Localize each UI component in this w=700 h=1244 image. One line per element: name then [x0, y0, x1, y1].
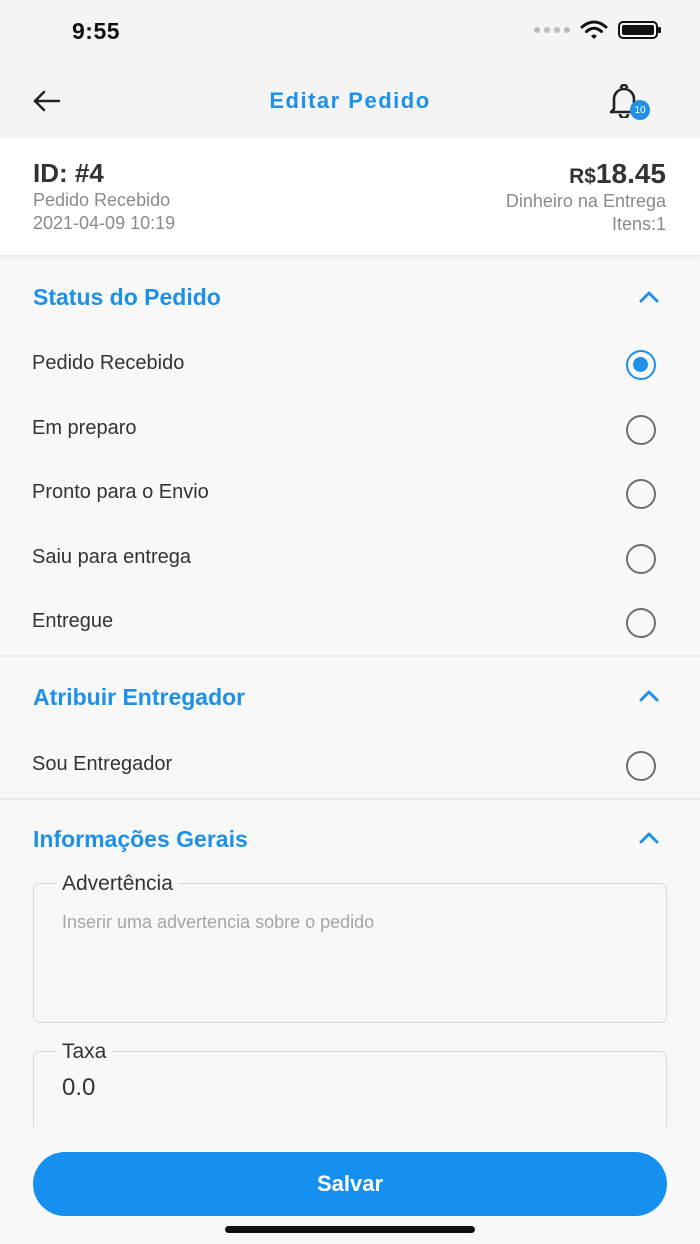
notification-badge: 10	[630, 100, 650, 120]
status-option-entregue[interactable]: Entregue	[0, 592, 700, 652]
tax-field[interactable]: Taxa	[33, 1040, 667, 1127]
radio-button-selected[interactable]	[626, 350, 656, 380]
status-option-pedido-recebido[interactable]: Pedido Recebido	[0, 334, 700, 394]
status-option-label: Pronto para o Envio	[32, 481, 209, 503]
status-option-label: Saiu para entrega	[32, 546, 192, 568]
order-id: ID: #4	[33, 158, 104, 188]
status-option-label: Pedido Recebido	[32, 352, 185, 374]
tax-input[interactable]	[62, 1074, 642, 1102]
courier-option-sou-entregador[interactable]: Sou Entregador	[0, 735, 700, 795]
order-date: 2021-04-09 10:19	[33, 213, 176, 233]
section-divider	[0, 655, 700, 657]
radio-button[interactable]	[626, 608, 656, 638]
courier-section-title: Atribuir Entregador	[33, 684, 246, 710]
radio-button[interactable]	[626, 415, 656, 445]
chevron-up-icon[interactable]	[638, 689, 660, 703]
order-items-count: Itens:1	[611, 214, 666, 234]
info-section-title: Informações Gerais	[33, 826, 248, 852]
chevron-up-icon[interactable]	[638, 290, 660, 304]
warning-field[interactable]: Advertência	[33, 872, 667, 1023]
status-option-pronto-envio[interactable]: Pronto para o Envio	[0, 463, 700, 523]
battery-icon	[618, 21, 661, 39]
page-title: Editar Pedido	[269, 88, 431, 113]
section-divider	[0, 798, 700, 800]
home-indicator	[225, 1226, 475, 1233]
radio-button[interactable]	[626, 479, 656, 509]
status-option-saiu-entrega[interactable]: Saiu para entrega	[0, 528, 700, 588]
signal-icon	[534, 27, 570, 33]
order-summary-card: ID: #4 Pedido Recebido 2021-04-09 10:19 …	[0, 138, 700, 256]
courier-option-label: Sou Entregador	[32, 753, 173, 775]
radio-button[interactable]	[626, 751, 656, 781]
status-option-label: Entregue	[32, 610, 114, 632]
chevron-up-icon[interactable]	[638, 831, 660, 845]
payment-method: Dinheiro na Entrega	[505, 191, 666, 211]
warning-input[interactable]	[62, 912, 642, 992]
warning-label: Advertência	[56, 872, 179, 896]
status-bar: 9:55	[0, 0, 700, 64]
status-section-title: Status do Pedido	[33, 284, 221, 310]
save-button[interactable]: Salvar	[33, 1152, 667, 1216]
radio-button[interactable]	[626, 544, 656, 574]
order-currency: R$	[569, 165, 596, 188]
app-bar: Editar Pedido 10	[0, 64, 700, 138]
status-icons	[534, 20, 661, 40]
wifi-icon	[580, 20, 608, 39]
status-option-em-preparo[interactable]: Em preparo	[0, 399, 700, 459]
order-total-value: 18.45	[595, 158, 666, 189]
order-status: Pedido Recebido	[33, 190, 171, 210]
status-option-label: Em preparo	[32, 417, 137, 439]
tax-label: Taxa	[56, 1040, 113, 1064]
order-total: R$18.45	[569, 158, 666, 190]
notifications-button[interactable]: 10	[606, 82, 650, 122]
status-time: 9:55	[72, 18, 121, 44]
